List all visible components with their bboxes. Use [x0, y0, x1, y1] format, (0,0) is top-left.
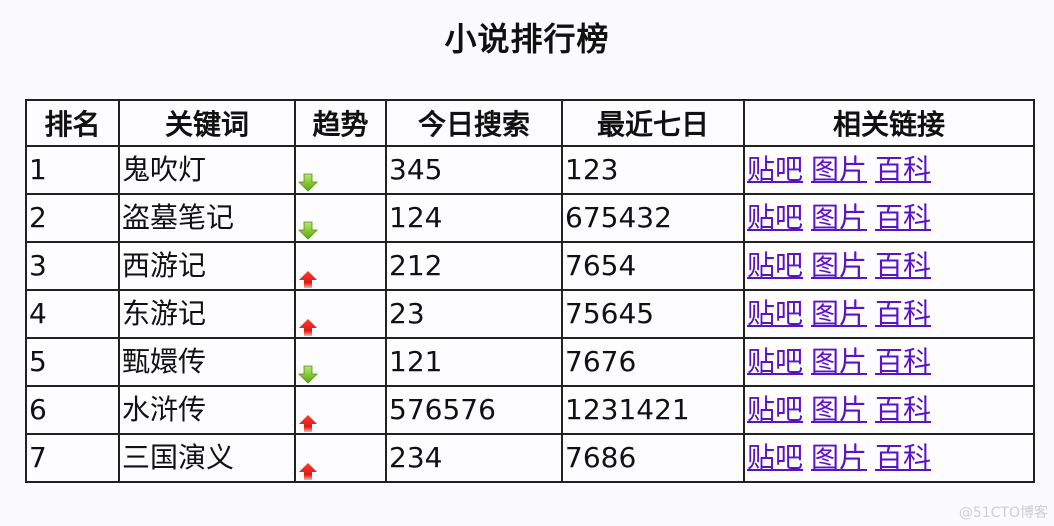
related-links-cell: 贴吧 图片 百科	[743, 337, 1035, 387]
rank-cell: 7	[25, 433, 120, 483]
arrow-down-icon	[298, 161, 318, 192]
related-links-cell: 贴吧 图片 百科	[743, 433, 1035, 483]
arrow-up-icon	[298, 257, 318, 288]
header-keyword: 关键词	[118, 99, 296, 147]
keyword-cell: 甄嬛传	[118, 337, 296, 387]
header-trend: 趋势	[294, 99, 387, 147]
baike-link[interactable]: 百科	[875, 297, 931, 330]
images-link[interactable]: 图片	[811, 249, 867, 282]
rank-cell: 4	[25, 289, 120, 339]
tieba-link[interactable]: 贴吧	[747, 441, 803, 474]
trend-cell	[294, 385, 387, 435]
last-seven-days-cell: 7686	[561, 433, 745, 483]
table-header-row: 排名 关键词 趋势 今日搜索 最近七日 相关链接	[25, 99, 1035, 147]
baike-link[interactable]: 百科	[875, 249, 931, 282]
related-links-cell: 贴吧 图片 百科	[743, 193, 1035, 243]
last-seven-days-cell: 75645	[561, 289, 745, 339]
images-link[interactable]: 图片	[811, 201, 867, 234]
table-row: 5 甄嬛传 121 7676 贴吧 图片 百科	[25, 337, 1035, 387]
rank-cell: 3	[25, 241, 120, 291]
today-search-cell: 124	[385, 193, 563, 243]
tieba-link[interactable]: 贴吧	[747, 153, 803, 186]
last-seven-days-cell: 7676	[561, 337, 745, 387]
rank-cell: 2	[25, 193, 120, 243]
baike-link[interactable]: 百科	[875, 345, 931, 378]
keyword-cell: 盗墓笔记	[118, 193, 296, 243]
today-search-cell: 23	[385, 289, 563, 339]
table-row: 6 水浒传 576576 1231421 贴吧 图片 百科	[25, 385, 1035, 435]
today-search-cell: 234	[385, 433, 563, 483]
header-rank: 排名	[25, 99, 120, 147]
related-links-cell: 贴吧 图片 百科	[743, 385, 1035, 435]
table-row: 7 三国演义 234 7686 贴吧 图片 百科	[25, 433, 1035, 483]
arrow-down-icon	[298, 209, 318, 240]
today-search-cell: 212	[385, 241, 563, 291]
last-seven-days-cell: 7654	[561, 241, 745, 291]
baike-link[interactable]: 百科	[875, 153, 931, 186]
rank-cell: 1	[25, 145, 120, 195]
trend-cell	[294, 337, 387, 387]
keyword-cell: 水浒传	[118, 385, 296, 435]
trend-cell	[294, 241, 387, 291]
baike-link[interactable]: 百科	[875, 393, 931, 426]
related-links-cell: 贴吧 图片 百科	[743, 241, 1035, 291]
last-seven-days-cell: 675432	[561, 193, 745, 243]
arrow-down-icon	[298, 353, 318, 384]
today-search-cell: 121	[385, 337, 563, 387]
table-row: 4 东游记 23 75645 贴吧 图片 百科	[25, 289, 1035, 339]
last-seven-days-cell: 1231421	[561, 385, 745, 435]
table-row: 1 鬼吹灯 345 123 贴吧 图片 百科	[25, 145, 1035, 195]
baike-link[interactable]: 百科	[875, 201, 931, 234]
header-related-links: 相关链接	[743, 99, 1035, 147]
trend-cell	[294, 289, 387, 339]
tieba-link[interactable]: 贴吧	[747, 201, 803, 234]
page-title: 小说排行榜	[444, 20, 610, 58]
today-search-cell: 345	[385, 145, 563, 195]
keyword-cell: 三国演义	[118, 433, 296, 483]
table-row: 2 盗墓笔记 124 675432 贴吧 图片 百科	[25, 193, 1035, 243]
images-link[interactable]: 图片	[811, 345, 867, 378]
today-search-cell: 576576	[385, 385, 563, 435]
keyword-cell: 东游记	[118, 289, 296, 339]
tieba-link[interactable]: 贴吧	[747, 393, 803, 426]
arrow-up-icon	[298, 305, 318, 336]
watermark: @51CTO博客	[958, 505, 1048, 521]
tieba-link[interactable]: 贴吧	[747, 297, 803, 330]
keyword-cell: 鬼吹灯	[118, 145, 296, 195]
related-links-cell: 贴吧 图片 百科	[743, 145, 1035, 195]
arrow-up-icon	[298, 401, 318, 432]
header-last-seven-days: 最近七日	[561, 99, 745, 147]
tieba-link[interactable]: 贴吧	[747, 345, 803, 378]
rank-cell: 6	[25, 385, 120, 435]
last-seven-days-cell: 123	[561, 145, 745, 195]
ranking-table: 排名 关键词 趋势 今日搜索 最近七日 相关链接 1 鬼吹灯 345 123 贴吧 图片百…	[25, 99, 1035, 483]
keyword-cell: 西游记	[118, 241, 296, 291]
images-link[interactable]: 图片	[811, 153, 867, 186]
trend-cell	[294, 145, 387, 195]
images-link[interactable]: 图片	[811, 393, 867, 426]
tieba-link[interactable]: 贴吧	[747, 249, 803, 282]
rank-cell: 5	[25, 337, 120, 387]
table-row: 3 西游记 212 7654 贴吧 图片 百科	[25, 241, 1035, 291]
images-link[interactable]: 图片	[811, 441, 867, 474]
related-links-cell: 贴吧 图片 百科	[743, 289, 1035, 339]
arrow-up-icon	[298, 449, 318, 480]
trend-cell	[294, 433, 387, 483]
images-link[interactable]: 图片	[811, 297, 867, 330]
trend-cell	[294, 193, 387, 243]
header-today-search: 今日搜索	[385, 99, 563, 147]
baike-link[interactable]: 百科	[875, 441, 931, 474]
